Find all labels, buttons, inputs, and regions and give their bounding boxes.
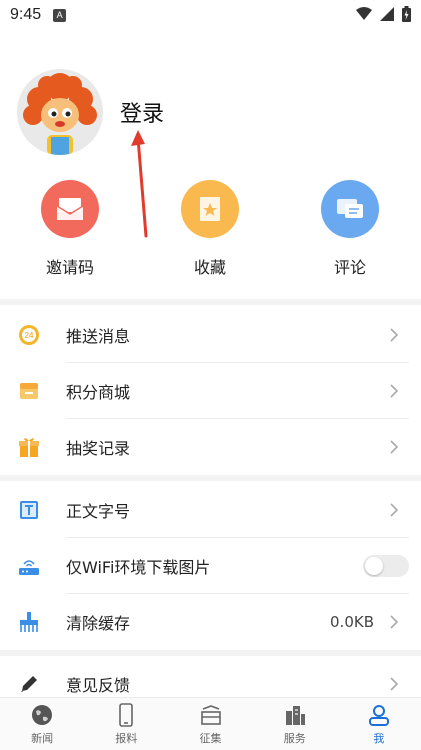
favorite-bookmark-icon: [181, 180, 239, 238]
tab-report[interactable]: 报料: [84, 698, 168, 750]
collect-tray-icon: [200, 705, 221, 725]
menu-points-mall[interactable]: 积分商城: [0, 363, 421, 419]
menu-wifi-only-images: 仅WiFi环境下载图片: [0, 538, 421, 594]
menu-clear-cache[interactable]: 清除缓存 0.0KB: [0, 594, 421, 650]
font-size-icon: [18, 499, 40, 521]
push-24-icon: 24: [18, 324, 40, 346]
status-bar: 9:45 A: [0, 0, 421, 30]
invite-code-button[interactable]: 邀请码: [25, 180, 115, 278]
wifi-icon: [356, 7, 372, 20]
status-time: 9:45: [10, 6, 42, 23]
menu-label: 仅WiFi环境下载图片: [66, 558, 211, 577]
chevron-right-icon: [390, 328, 399, 342]
menu-push-messages[interactable]: 24 推送消息: [0, 307, 421, 363]
tab-label: 报料: [115, 732, 138, 745]
tab-me[interactable]: 我: [337, 698, 421, 750]
tab-services[interactable]: 服务: [253, 698, 337, 750]
points-mall-icon: [18, 380, 40, 402]
tab-label: 我: [373, 732, 385, 745]
comment-bubble-icon: [321, 180, 379, 238]
globe-icon: [32, 705, 53, 725]
menu-label: 意见反馈: [66, 676, 131, 695]
chevron-right-icon: [390, 677, 399, 691]
menu-lottery-records[interactable]: 抽奖记录: [0, 419, 421, 475]
login-link[interactable]: 登录: [120, 96, 164, 128]
toggle-knob: [365, 557, 383, 575]
battery-icon: [402, 6, 411, 22]
status-icons: [356, 6, 411, 22]
wifi-only-toggle[interactable]: [363, 555, 409, 577]
invite-envelope-icon: [41, 180, 99, 238]
clear-cache-icon: [18, 611, 40, 633]
menu-font-size[interactable]: 正文字号: [0, 482, 421, 538]
phone-icon: [119, 703, 134, 727]
buildings-icon: [285, 706, 305, 725]
tab-news[interactable]: 新闻: [0, 698, 84, 750]
section-divider: [0, 299, 421, 305]
section-divider: [0, 475, 421, 481]
user-icon: [368, 705, 389, 726]
menu-label: 积分商城: [66, 383, 131, 402]
feedback-pencil-icon: [18, 673, 40, 695]
lottery-gift-icon: [18, 436, 40, 458]
chevron-right-icon: [390, 503, 399, 517]
comments-button[interactable]: 评论: [305, 180, 395, 278]
wifi-router-icon: [18, 555, 40, 577]
menu-label: 清除缓存: [66, 614, 131, 633]
menu-label: 推送消息: [66, 327, 131, 346]
tab-collect[interactable]: 征集: [168, 698, 252, 750]
chevron-right-icon: [390, 615, 399, 629]
chevron-right-icon: [390, 440, 399, 454]
tab-label: 征集: [199, 732, 222, 745]
svg-text:24: 24: [25, 331, 34, 340]
bottom-tab-bar: 新闻 报料 征集 服务 我: [0, 697, 421, 750]
chevron-right-icon: [390, 384, 399, 398]
quick-actions: 邀请码 收藏 评论: [0, 180, 421, 278]
avatar[interactable]: [17, 69, 103, 155]
cache-size-value: 0.0KB: [330, 613, 374, 631]
invite-code-label: 邀请码: [45, 258, 94, 277]
menu-label: 抽奖记录: [66, 439, 131, 458]
signal-icon: [380, 7, 394, 21]
tab-label: 新闻: [31, 732, 54, 745]
lion-mascot-avatar: [17, 69, 103, 155]
notification-badge: A: [53, 8, 67, 22]
favorites-label: 收藏: [193, 258, 226, 277]
comments-label: 评论: [333, 258, 366, 277]
favorites-button[interactable]: 收藏: [165, 180, 255, 278]
menu-label: 正文字号: [66, 502, 131, 521]
tab-label: 服务: [283, 732, 306, 745]
